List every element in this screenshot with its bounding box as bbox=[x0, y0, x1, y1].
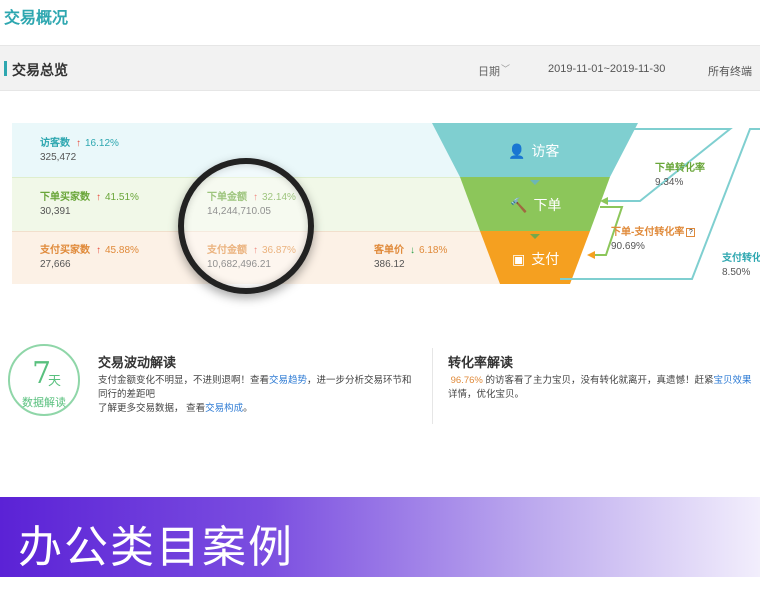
user-icon: 👤 bbox=[508, 143, 526, 159]
bracket-arrow-2 bbox=[587, 251, 595, 259]
banner-text: 办公类目案例 bbox=[18, 522, 294, 573]
pay-conversion-rate: 支付转化 8.50% bbox=[722, 253, 760, 278]
arrow-down-icon: ↓ bbox=[410, 245, 415, 256]
fluctuation-text: 支付金额变化不明显，不进则退啊！查看交易趋势，进一步分析交易环节和 同行的差距吧… bbox=[98, 375, 412, 414]
card-icon: ▣ bbox=[512, 251, 526, 267]
hammer-icon: 🔨 bbox=[510, 197, 528, 213]
date-dropdown[interactable]: 日期 bbox=[478, 63, 500, 79]
magnifier-lens bbox=[178, 158, 314, 294]
trend-link[interactable]: 交易趋势 bbox=[269, 375, 307, 386]
item-effect-link[interactable]: 宝贝效果 bbox=[714, 375, 752, 386]
funnel-order-label: 🔨 下单 bbox=[510, 197, 562, 213]
composition-link[interactable]: 交易构成 bbox=[205, 403, 243, 414]
terminal-select[interactable]: 所有终端 bbox=[708, 63, 752, 79]
funnel-pay-label: ▣ 支付 bbox=[512, 251, 560, 267]
title-accent bbox=[4, 61, 7, 76]
metric-buyers: 下单买家数 ↑ 41.51% 30,391 bbox=[40, 192, 139, 217]
section-divider bbox=[432, 348, 433, 424]
overview-bar: 交易总览 日期 ﹀ 2019-11-01~2019-11-30 所有终端 bbox=[0, 45, 760, 91]
page-title: 交易概况 bbox=[4, 10, 69, 27]
arrow-up-icon: ↑ bbox=[76, 138, 81, 149]
funnel-graphic bbox=[432, 123, 760, 284]
funnel-visit-label: 👤 访客 bbox=[508, 143, 560, 159]
arrow-up-icon: ↑ bbox=[96, 245, 101, 256]
chevron-down-icon[interactable]: ﹀ bbox=[501, 62, 510, 75]
conversion-funnel: 👤 访客 🔨 下单 ▣ 支付 bbox=[430, 123, 760, 293]
date-range[interactable]: 2019-11-01~2019-11-30 bbox=[548, 63, 665, 75]
help-icon[interactable]: ? bbox=[686, 228, 696, 237]
conversion-title: 转化率解读 bbox=[448, 355, 514, 370]
metric-visitors: 访客数 ↑ 16.12% 325,472 bbox=[40, 138, 119, 163]
overview-title: 交易总览 bbox=[12, 62, 68, 78]
case-banner: 办公类目案例 bbox=[0, 497, 760, 577]
seven-day-badge: 7 天 数据解读 bbox=[8, 344, 80, 416]
order-pay-conversion-rate: 下单-支付转化率? 90.69% bbox=[611, 226, 696, 254]
fluctuation-title: 交易波动解读 bbox=[98, 355, 177, 370]
conversion-text: 96.76% 的访客看了主力宝贝，没有转化就离开，真遗憾！赶紧宝贝效果 详情，优… bbox=[448, 375, 752, 400]
order-conversion-rate: 下单转化率 9.34% bbox=[655, 163, 705, 188]
metric-pay-buyers: 支付买家数 ↑ 45.88% 27,666 bbox=[40, 245, 139, 270]
arrow-up-icon: ↑ bbox=[96, 192, 101, 203]
